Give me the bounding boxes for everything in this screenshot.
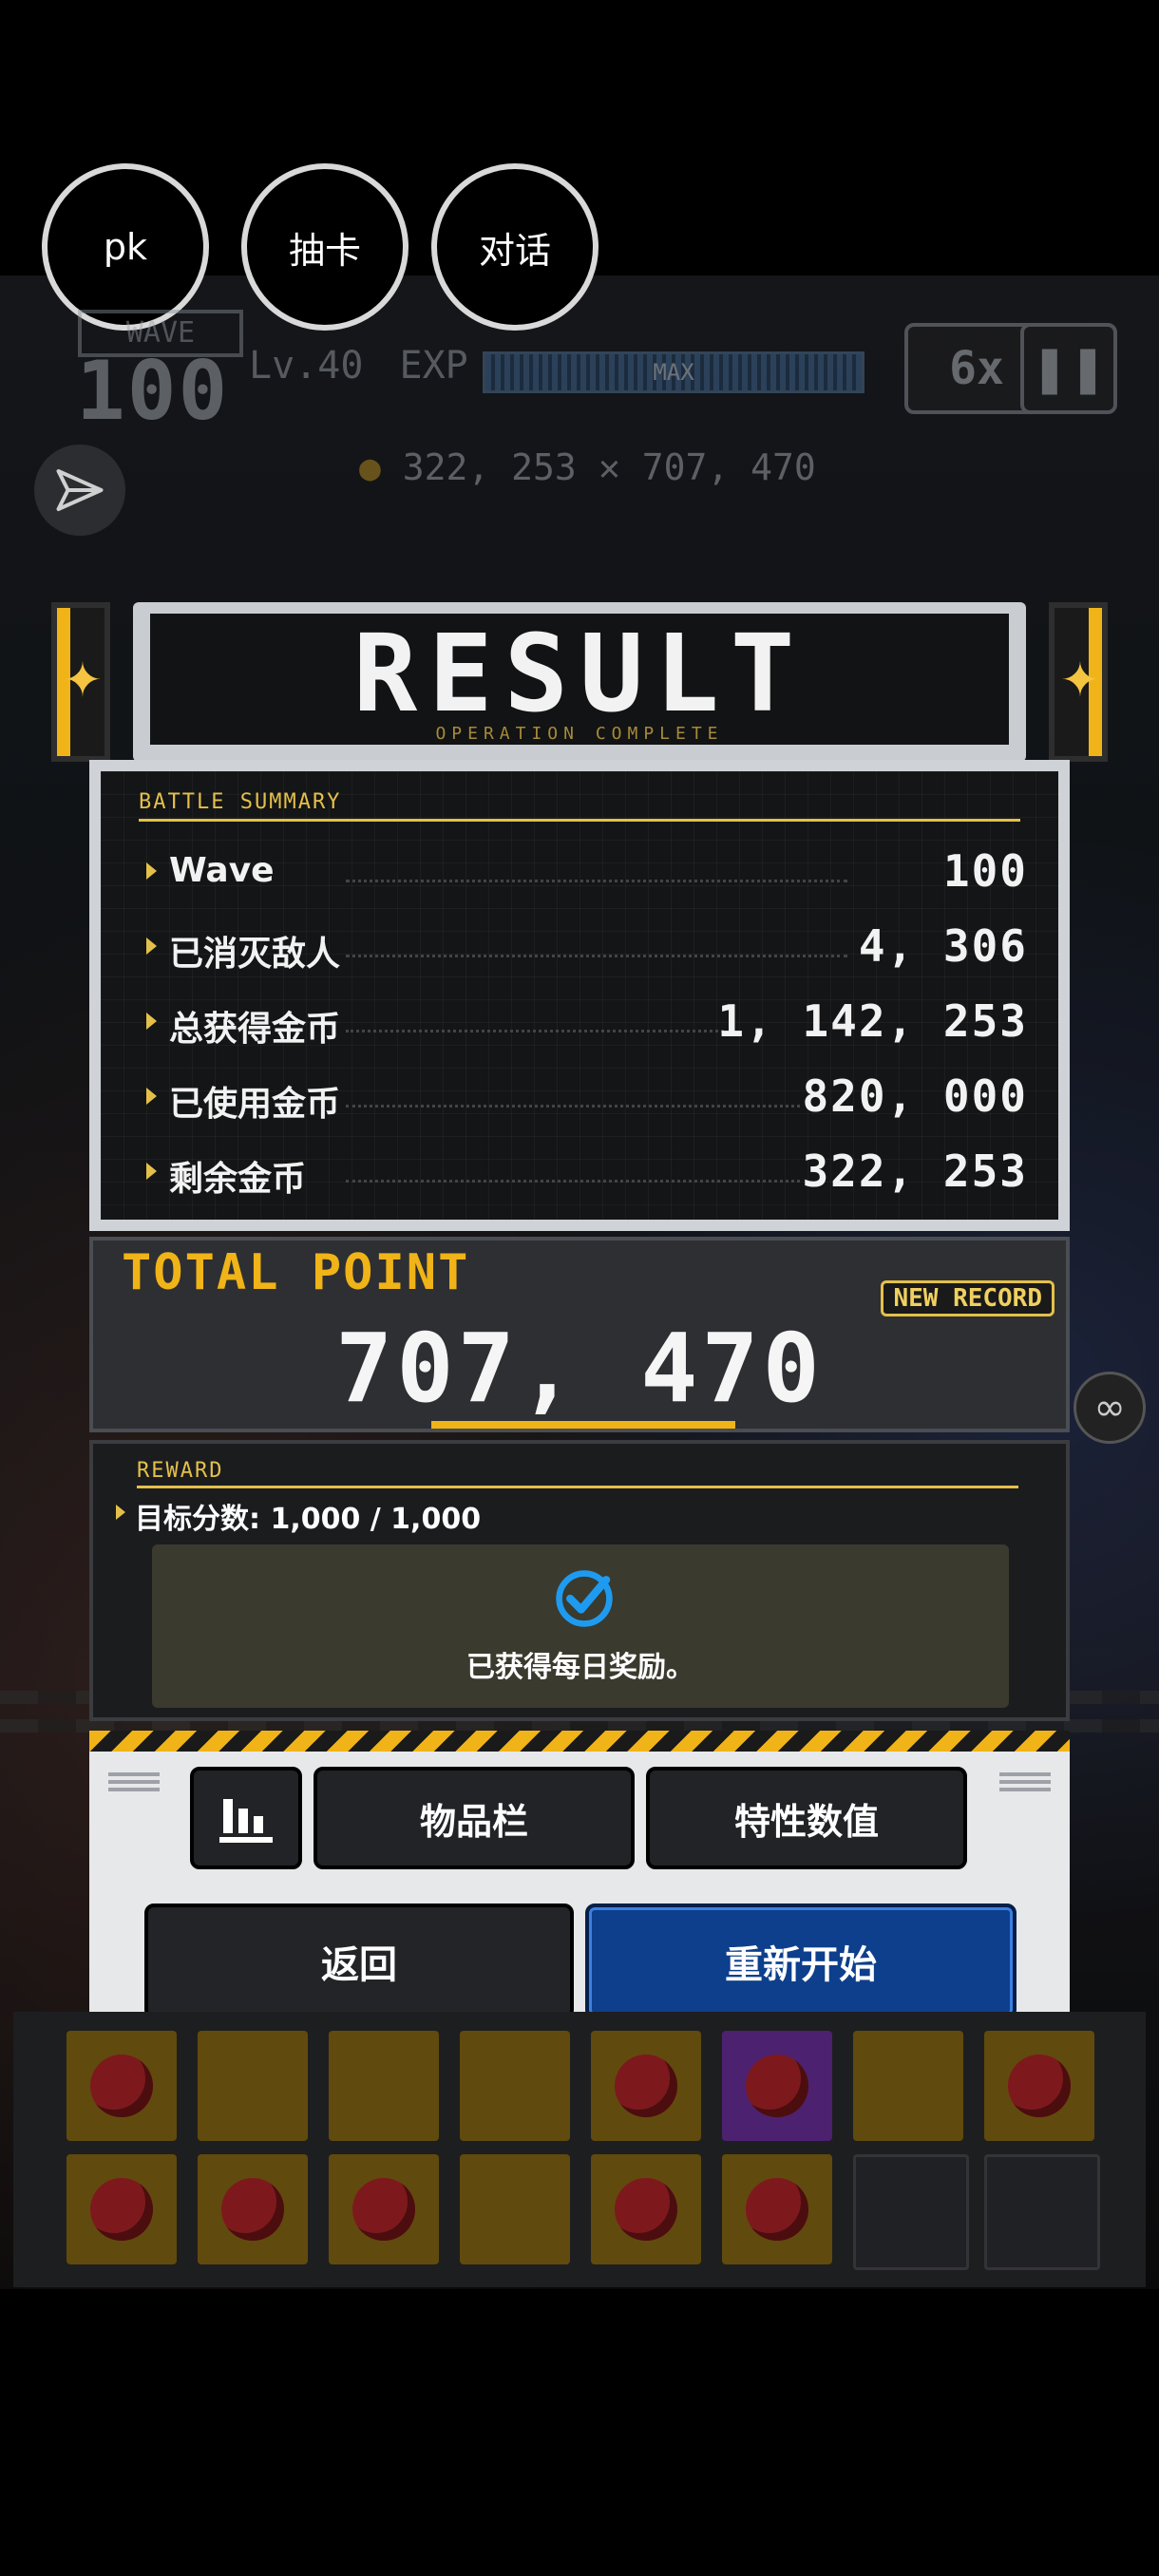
dot-leader: [346, 1180, 800, 1183]
item-slot: [198, 2154, 308, 2264]
stats-button[interactable]: [190, 1767, 302, 1869]
pause-button[interactable]: ❚❚: [1020, 323, 1117, 414]
pause-icon: ❚❚: [1030, 342, 1108, 395]
hazard-stripe: [89, 1731, 1070, 1752]
inventory-button[interactable]: 物品栏: [314, 1767, 635, 1869]
dot-leader: [346, 955, 847, 957]
grip-icon: [999, 1772, 1051, 1795]
exp-label: EXP: [399, 344, 468, 388]
dialogue-button[interactable]: 对话: [431, 163, 598, 331]
summary-row-gold-remaining: 剩余金币 322, 253: [146, 1146, 1028, 1203]
empty-slot: [853, 2154, 969, 2270]
item-slot: [460, 2031, 570, 2141]
level-text: Lv.40: [249, 344, 364, 388]
item-slot: [460, 2154, 570, 2264]
battle-summary-panel: BATTLE SUMMARY Wave 100 已消灭敌人 4, 306 总获得…: [89, 760, 1070, 1231]
reward-status-box: 已获得每日奖励。: [152, 1544, 1009, 1708]
points-counter: ✕ 707, 470: [598, 446, 816, 488]
total-point-value: 707, 470: [335, 1313, 824, 1424]
pk-button[interactable]: pk: [42, 163, 209, 331]
row-label: 剩余金币: [169, 1160, 307, 1199]
result-header: ✦ RESULT OPERATION COMPLETE ✦: [51, 602, 1108, 762]
infinity-icon: ∞: [1093, 1386, 1126, 1430]
swords-icon: ✕: [598, 446, 620, 488]
summary-row-gold-earned: 总获得金币 1, 142, 253: [146, 995, 1028, 1052]
dot-leader: [346, 1030, 724, 1032]
header-right-cap: ✦: [1049, 602, 1108, 762]
bullet-icon: [146, 938, 157, 955]
draw-card-button[interactable]: 抽卡: [241, 163, 408, 331]
accent-bar: [431, 1421, 735, 1429]
section-divider: [137, 1486, 1018, 1488]
gold-value: 322, 253: [402, 446, 577, 488]
inventory-grid: [13, 2012, 1146, 2287]
points-value: 707, 470: [641, 446, 816, 488]
row-value: 322, 253: [802, 1146, 1028, 1197]
dot-leader: [346, 1105, 800, 1108]
item-slot: [722, 2031, 832, 2141]
item-slot: [722, 2154, 832, 2264]
goal-score: 目标分数: 1,000 / 1,000: [135, 1503, 482, 1536]
reward-label: REWARD: [137, 1459, 224, 1483]
sparkle-icon: ✦: [1060, 653, 1100, 708]
bar-chart-icon: [219, 1799, 273, 1843]
section-divider: [139, 819, 1020, 822]
reward-status-text: 已获得每日奖励。: [466, 1651, 694, 1684]
send-button[interactable]: [34, 445, 125, 536]
bullet-icon: [116, 1505, 125, 1520]
item-slot: [66, 2031, 177, 2141]
summary-row-wave: Wave 100: [146, 845, 1028, 902]
reward-panel: REWARD 目标分数: 1,000 / 1,000 已获得每日奖励。: [89, 1440, 1070, 1721]
grip-icon: [108, 1772, 160, 1795]
battle-summary-label: BATTLE SUMMARY: [139, 790, 342, 814]
restart-button[interactable]: 重新开始: [585, 1904, 1016, 2019]
row-value: 4, 306: [858, 920, 1028, 972]
row-value: 100: [942, 845, 1028, 897]
item-slot: [329, 2031, 439, 2141]
new-record-badge: NEW RECORD: [881, 1280, 1054, 1316]
total-point-panel: TOTAL POINT NEW RECORD 707, 470: [89, 1237, 1070, 1432]
item-slot: [66, 2154, 177, 2264]
result-title: RESULT: [352, 613, 807, 736]
coin-icon: ●: [359, 446, 381, 488]
check-circle-icon: [556, 1570, 613, 1627]
exp-bar: MAX: [483, 351, 864, 393]
row-label: 总获得金币: [169, 1010, 341, 1049]
traits-button[interactable]: 特性数值: [646, 1767, 967, 1869]
back-button[interactable]: 返回: [144, 1904, 574, 2019]
empty-slot: [984, 2154, 1100, 2270]
summary-row-enemies: 已消灭敌人 4, 306: [146, 920, 1028, 977]
bullet-icon: [146, 1088, 157, 1105]
bullet-icon: [146, 1163, 157, 1180]
item-slot: [198, 2031, 308, 2141]
row-label: Wave: [169, 851, 275, 890]
item-slot: [591, 2154, 701, 2264]
send-icon: [56, 469, 104, 511]
gold-counter: ● 322, 253: [359, 446, 577, 488]
total-point-label: TOTAL POINT: [122, 1244, 470, 1301]
item-slot: [853, 2031, 963, 2141]
summary-row-gold-used: 已使用金币 820, 000: [146, 1070, 1028, 1127]
dot-leader: [346, 880, 847, 882]
infinity-button[interactable]: ∞: [1074, 1372, 1146, 1444]
wave-number: 100: [76, 344, 230, 439]
result-subtitle: OPERATION COMPLETE: [435, 724, 724, 744]
item-slot: [591, 2031, 701, 2141]
bullet-icon: [146, 1013, 157, 1030]
row-value: 1, 142, 253: [717, 995, 1028, 1047]
header-left-cap: ✦: [51, 602, 110, 762]
exp-max-label: MAX: [653, 359, 694, 386]
control-panel: 物品栏 特性数值 返回 重新开始: [89, 1752, 1070, 2038]
row-value: 820, 000: [802, 1070, 1028, 1122]
bullet-icon: [146, 862, 157, 880]
item-slot: [984, 2031, 1094, 2141]
sparkle-icon: ✦: [63, 653, 103, 708]
level-display: Lv.40 EXP: [249, 344, 468, 388]
item-slot: [329, 2154, 439, 2264]
row-label: 已消灭敌人: [169, 935, 341, 974]
row-label: 已使用金币: [169, 1085, 341, 1124]
